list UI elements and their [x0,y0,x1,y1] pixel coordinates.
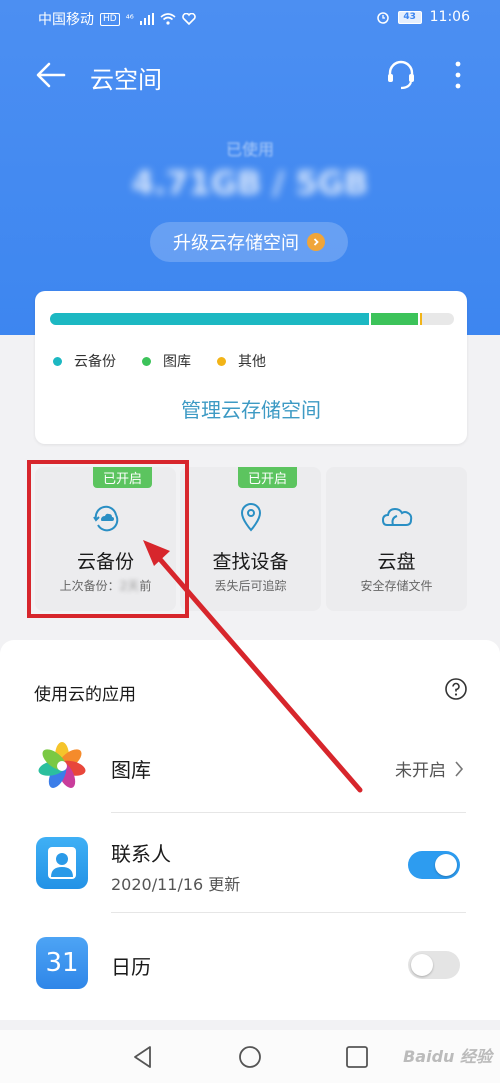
nav-home-icon[interactable] [237,1044,263,1070]
back-arrow-icon[interactable] [34,60,68,90]
legend-item-other: 其他 [217,351,266,371]
highlight-box-annotation [27,460,189,618]
usage-segment-1 [369,313,418,325]
status-bar: 中国移动 HD ⁴⁶ 43 11:06 [0,0,500,34]
tile-title: 查找设备 [212,551,289,573]
chevron-right-icon [307,233,325,251]
enabled-badge: 已开启 [237,467,297,488]
network-type: ⁴⁶ [125,13,134,25]
nav-back-icon[interactable] [130,1044,156,1070]
calendar-sync-toggle[interactable] [408,951,460,979]
app-name: 图库 [111,758,151,782]
tile-subtitle: 丢失后可追踪 [214,579,287,593]
chevron-right-icon [455,760,464,777]
legend-label: 其他 [238,354,266,370]
legend-dot-backup [53,356,62,366]
location-pin-icon [240,503,261,532]
contacts-icon [36,837,88,889]
cloud-apps-section: 使用云的应用 图库 未开启 联系人 2020/11/16 更新 31 日历 [0,640,500,1020]
used-storage-value: 4.71GB / 5GB [131,164,369,202]
section-title: 使用云的应用 [34,685,136,705]
legend-item-backup: 云备份 [53,351,116,371]
feature-tile-cloud-drive[interactable]: 云盘 安全存储文件 [326,467,467,611]
calendar-icon: 31 [36,937,88,989]
legend-label: 图库 [163,354,191,370]
used-label: 已使用 [225,140,274,159]
heart-icon [181,13,196,25]
upgrade-storage-label: 升级云存储空间 [173,233,299,254]
app-row-calendar[interactable]: 31 日历 [0,913,500,1008]
cloud-drive-icon [381,507,412,526]
tile-title: 云盘 [377,551,416,573]
usage-segment-2 [417,313,422,325]
feature-tile-find-device[interactable]: 已开启 查找设备 丢失后可追踪 [180,467,321,611]
hd-badge: HD [100,12,120,26]
more-options-icon[interactable] [448,58,468,92]
page-title: 云空间 [90,66,162,94]
alarm-icon [376,12,389,24]
app-sync-time: 2020/11/16 更新 [111,875,241,894]
storage-usage-bar [50,313,454,325]
watermark: Baidu 经验 [403,1047,492,1066]
gallery-icon [38,742,86,788]
legend-label: 云备份 [74,354,116,370]
contacts-sync-toggle[interactable] [408,851,460,879]
wifi-icon [160,13,176,25]
app-name: 日历 [111,955,151,979]
app-row-gallery[interactable]: 图库 未开启 [0,718,500,813]
usage-segment-0 [50,313,370,325]
app-name: 联系人 [111,842,171,866]
legend-item-gallery: 图库 [142,351,191,371]
customer-service-icon[interactable] [384,58,418,92]
battery-indicator: 43 [397,10,422,24]
tile-subtitle: 安全存储文件 [360,579,433,593]
app-row-contacts[interactable]: 联系人 2020/11/16 更新 [0,813,500,913]
manage-storage-link[interactable]: 管理云存储空间 [35,394,467,423]
signal-icon [139,13,154,25]
clock: 11:06 [429,9,470,25]
help-icon[interactable] [444,677,468,701]
storage-usage-card: 云备份 图库 其他 管理云存储空间 [35,291,467,444]
nav-recents-icon[interactable] [344,1044,370,1070]
app-status-label: 未开启 [395,761,446,781]
legend-dot-gallery [142,356,151,366]
toggle-knob [411,954,433,976]
legend-dot-other [217,356,226,366]
upgrade-storage-button[interactable]: 升级云存储空间 [150,222,348,262]
carrier-name: 中国移动 [38,12,94,28]
app-status[interactable]: 未开启 [395,756,464,781]
toggle-knob [435,854,457,876]
storage-legend: 云备份 图库 其他 [53,351,266,371]
app-bar: 云空间 [0,50,500,100]
